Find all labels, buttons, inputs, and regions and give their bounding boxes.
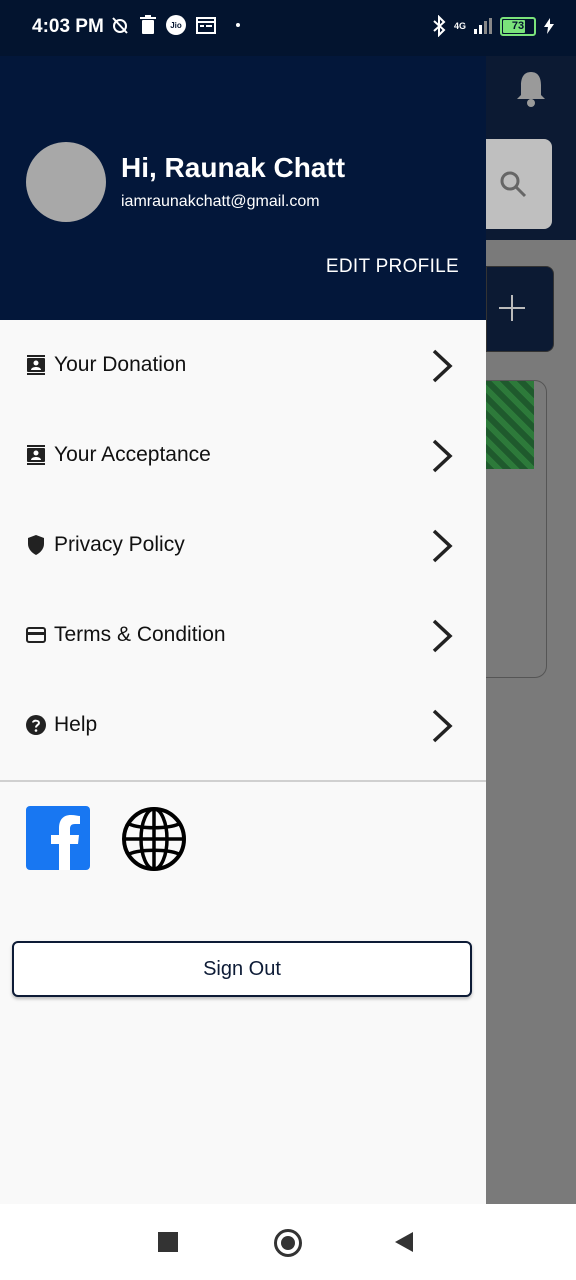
menu-item-label: Your Donation	[54, 353, 187, 376]
user-greeting: Hi, Raunak Chatt	[121, 152, 346, 183]
menu-item-label: Privacy Policy	[54, 533, 185, 556]
jio-icon: Jio	[166, 15, 186, 35]
notification-icons: Jio	[110, 15, 240, 35]
chevron-right-icon	[432, 529, 453, 563]
edit-profile-button[interactable]: EDIT PROFILE	[326, 256, 459, 278]
calendar-icon	[196, 17, 216, 34]
home-button[interactable]	[274, 1229, 302, 1257]
more-notifications-dot	[236, 23, 240, 27]
menu-item-terms-condition[interactable]: Terms & Condition	[0, 590, 486, 680]
contact-card-icon	[27, 355, 45, 375]
battery-icon: 73	[500, 16, 536, 36]
chevron-right-icon	[432, 619, 453, 653]
background-screen[interactable]	[486, 0, 576, 1204]
system-icons: 4G 73	[432, 15, 554, 37]
chevron-right-icon	[432, 709, 453, 743]
drawer-menu: Your Donation Your Acceptance Privacy Po…	[0, 320, 486, 770]
menu-item-help[interactable]: Help	[0, 680, 486, 770]
alarm-off-icon	[112, 17, 128, 34]
charging-icon	[544, 18, 554, 34]
menu-item-label: Your Acceptance	[54, 443, 211, 466]
bell-icon	[517, 72, 545, 107]
sign-out-button[interactable]: Sign Out	[12, 941, 472, 997]
contact-card-icon	[27, 445, 45, 465]
bluetooth-icon	[433, 15, 446, 37]
status-bar: 4:03 PM Jio 4G 73	[0, 0, 576, 56]
back-button[interactable]	[395, 1232, 413, 1252]
menu-item-your-acceptance[interactable]: Your Acceptance	[0, 410, 486, 500]
signal-icon	[474, 18, 492, 34]
background-card	[486, 380, 547, 678]
background-card-image	[486, 381, 534, 469]
network-type: 4G	[453, 21, 466, 31]
system-nav-bar	[0, 1204, 576, 1280]
help-circle-icon	[26, 715, 46, 735]
chevron-right-icon	[432, 439, 453, 473]
status-time: 4:03 PM	[32, 16, 104, 37]
credit-card-icon	[26, 627, 46, 643]
plus-icon	[499, 295, 525, 321]
globe-icon[interactable]	[121, 806, 187, 872]
search-icon	[500, 171, 527, 198]
avatar[interactable]	[26, 142, 106, 222]
background-search-box	[486, 139, 552, 229]
recents-button[interactable]	[158, 1232, 178, 1252]
chevron-right-icon	[432, 349, 453, 383]
background-add-button	[486, 266, 554, 352]
navigation-drawer: Hi, Raunak Chatt iamraunakchatt@gmail.co…	[0, 0, 486, 1204]
menu-item-label: Terms & Condition	[54, 623, 226, 646]
divider	[0, 780, 486, 782]
shield-icon	[28, 535, 44, 555]
menu-item-your-donation[interactable]: Your Donation	[0, 320, 486, 410]
menu-item-privacy-policy[interactable]: Privacy Policy	[0, 500, 486, 590]
facebook-icon[interactable]	[26, 806, 90, 870]
user-email: iamraunakchatt@gmail.com	[121, 193, 320, 210]
delete-icon	[140, 15, 156, 34]
menu-item-label: Help	[54, 713, 98, 736]
